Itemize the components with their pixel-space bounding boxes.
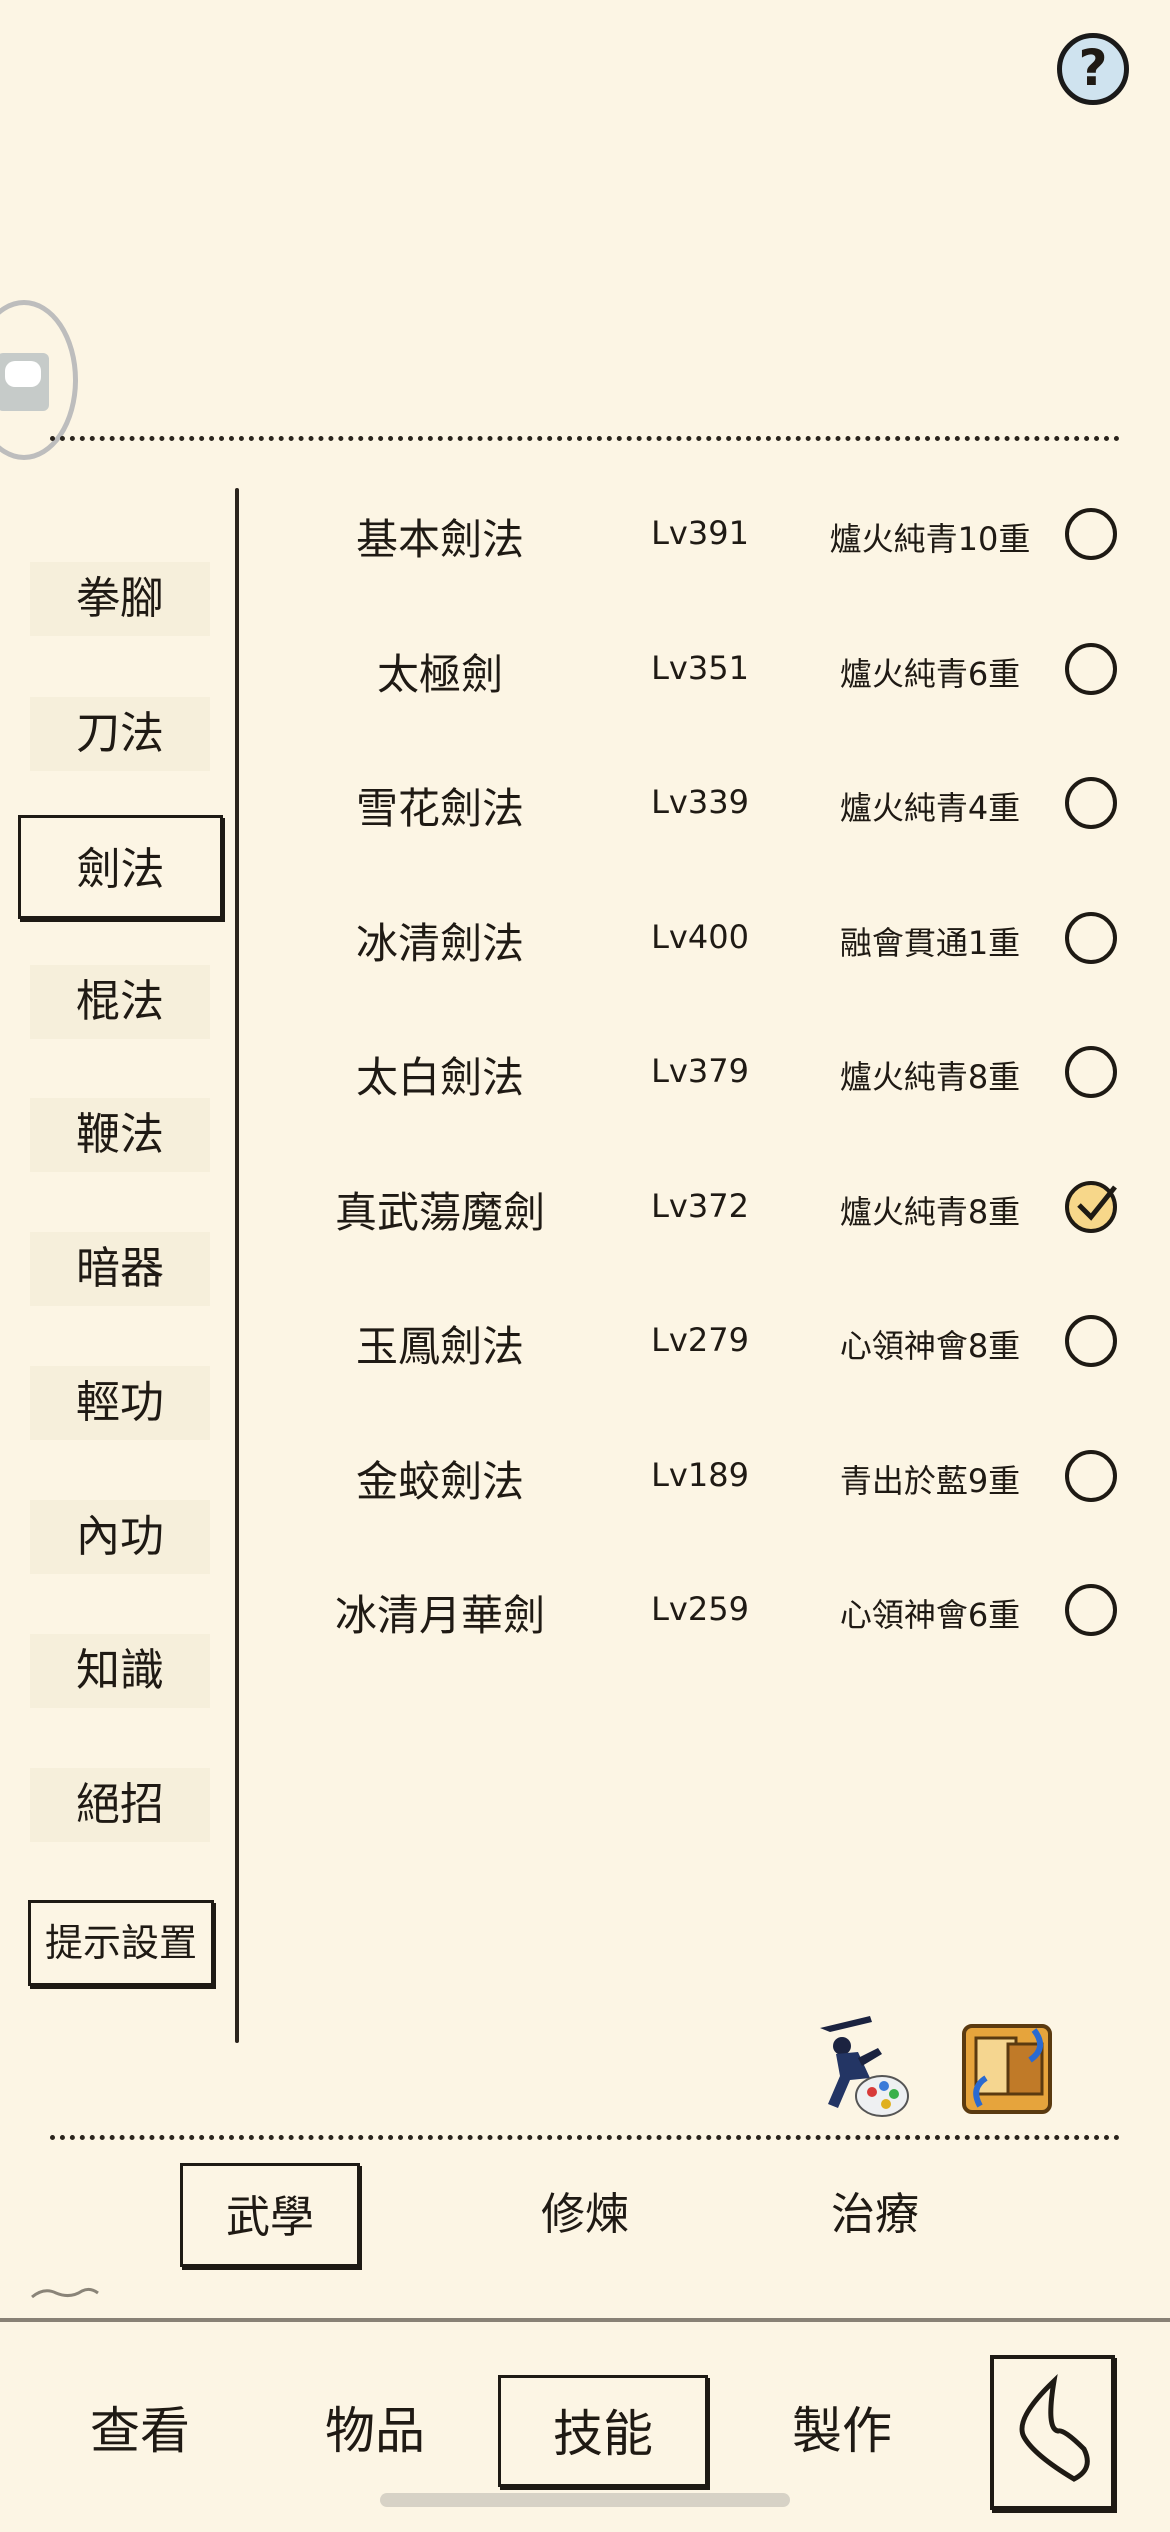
skill-rank: 青出於藍9重 bbox=[839, 1461, 1021, 1500]
skill-name: 金蛟劍法 bbox=[355, 1456, 524, 1506]
category-tab[interactable]: 內功 bbox=[30, 1500, 210, 1574]
skill-rank: 融會貫通1重 bbox=[839, 923, 1021, 962]
sub-tab[interactable]: 武學 bbox=[180, 2163, 360, 2267]
skill-name: 冰清月華劍 bbox=[334, 1591, 545, 1640]
skill-select-toggle[interactable] bbox=[1065, 642, 1117, 695]
back-icon bbox=[1019, 2374, 1090, 2482]
avatar-icon bbox=[0, 353, 49, 411]
skill-level: Lv391 bbox=[651, 514, 749, 552]
nav-tab[interactable]: 查看 bbox=[40, 2375, 240, 2487]
scroll-exchange-icon[interactable] bbox=[950, 2008, 1065, 2123]
nav-tab[interactable]: 技能 bbox=[498, 2375, 708, 2487]
sidebar-divider bbox=[235, 488, 239, 2043]
category-tab[interactable]: 鞭法 bbox=[30, 1098, 210, 1172]
top-divider bbox=[50, 436, 1120, 441]
skill-rank: 爐火純青4重 bbox=[839, 789, 1021, 827]
skill-select-toggle[interactable] bbox=[1065, 1584, 1117, 1636]
nav-tab[interactable]: 物品 bbox=[275, 2375, 475, 2487]
skill-row[interactable]: 金蛟劍法 Lv189 青出於藍9重 bbox=[250, 1432, 1150, 1522]
skill-select-toggle[interactable] bbox=[1065, 777, 1117, 829]
skill-rank: 爐火純青8重 bbox=[839, 1058, 1021, 1096]
skill-select-toggle[interactable] bbox=[1065, 508, 1117, 560]
skill-select-toggle[interactable] bbox=[1065, 1046, 1117, 1098]
skill-rank: 爐火純青10重 bbox=[829, 520, 1031, 558]
skill-level: Lv379 bbox=[651, 1052, 749, 1090]
skill-select-toggle[interactable] bbox=[1065, 911, 1117, 964]
skill-row[interactable]: 真武蕩魔劍 Lv372 爐火純青8重 bbox=[250, 1163, 1150, 1253]
skill-level: Lv400 bbox=[651, 917, 749, 956]
category-tab[interactable]: 拳腳 bbox=[30, 562, 210, 636]
skill-name: 真武蕩魔劍 bbox=[334, 1187, 545, 1237]
skill-row[interactable]: 冰清月華劍 Lv259 心領神會6重 bbox=[250, 1566, 1150, 1656]
category-tab[interactable]: 絕招 bbox=[30, 1768, 210, 1842]
skill-select-toggle[interactable] bbox=[1065, 1180, 1117, 1233]
skill-name: 太白劍法 bbox=[355, 1053, 524, 1102]
category-tab[interactable]: 知識 bbox=[30, 1634, 210, 1708]
skill-name: 太極劍 bbox=[376, 649, 503, 699]
help-button[interactable]: ? bbox=[1057, 33, 1129, 105]
skill-row[interactable]: 冰清劍法 Lv400 融會貫通1重 bbox=[250, 894, 1150, 984]
skill-rank: 心領神會8重 bbox=[839, 1327, 1021, 1365]
skill-level: Lv372 bbox=[651, 1186, 749, 1225]
skill-row[interactable]: 玉鳳劍法 Lv279 心領神會8重 bbox=[250, 1297, 1150, 1387]
hint-settings-button[interactable]: 提示設置 bbox=[28, 1900, 214, 1986]
martial-artist-palette-icon[interactable] bbox=[800, 2008, 915, 2123]
skill-row[interactable]: 太極劍 Lv351 爐火純青6重 bbox=[250, 625, 1150, 715]
skill-name: 玉鳳劍法 bbox=[355, 1322, 524, 1371]
skill-level: Lv339 bbox=[651, 783, 749, 821]
sub-tab[interactable]: 修煉 bbox=[495, 2163, 675, 2267]
skill-level: Lv259 bbox=[651, 1590, 749, 1628]
skill-rank: 爐火純青6重 bbox=[839, 654, 1021, 693]
skill-level: Lv351 bbox=[651, 648, 749, 687]
skill-rank: 爐火純青8重 bbox=[839, 1192, 1021, 1231]
skill-select-toggle[interactable] bbox=[1065, 1449, 1117, 1502]
skill-name: 基本劍法 bbox=[355, 515, 524, 564]
skill-name: 雪花劍法 bbox=[355, 784, 524, 833]
category-tab[interactable]: 刀法 bbox=[30, 697, 210, 771]
sub-tab[interactable]: 治療 bbox=[785, 2163, 965, 2267]
skill-name: 冰清劍法 bbox=[355, 918, 524, 968]
category-tab[interactable]: 棍法 bbox=[30, 965, 210, 1039]
skill-level: Lv279 bbox=[651, 1321, 749, 1359]
bottom-nav-border bbox=[0, 2318, 1170, 2322]
skill-select-toggle[interactable] bbox=[1065, 1315, 1117, 1367]
mid-divider bbox=[50, 2135, 1120, 2140]
skill-row[interactable]: 基本劍法 Lv391 爐火純青10重 bbox=[250, 490, 1150, 580]
back-button[interactable] bbox=[990, 2355, 1115, 2510]
nav-tab[interactable]: 製作 bbox=[742, 2375, 942, 2487]
category-tab[interactable]: 暗器 bbox=[30, 1232, 210, 1306]
category-tab[interactable]: 輕功 bbox=[30, 1366, 210, 1440]
home-indicator bbox=[380, 2493, 790, 2507]
checkmark-icon bbox=[1077, 1184, 1117, 1221]
skill-row[interactable]: 太白劍法 Lv379 爐火純青8重 bbox=[250, 1028, 1150, 1118]
skill-level: Lv189 bbox=[651, 1455, 749, 1494]
skill-row[interactable]: 雪花劍法 Lv339 爐火純青4重 bbox=[250, 759, 1150, 849]
category-tab[interactable]: 劍法 bbox=[18, 815, 223, 919]
skill-rank: 心領神會6重 bbox=[839, 1596, 1021, 1634]
cloud-ornament bbox=[30, 2285, 100, 2301]
